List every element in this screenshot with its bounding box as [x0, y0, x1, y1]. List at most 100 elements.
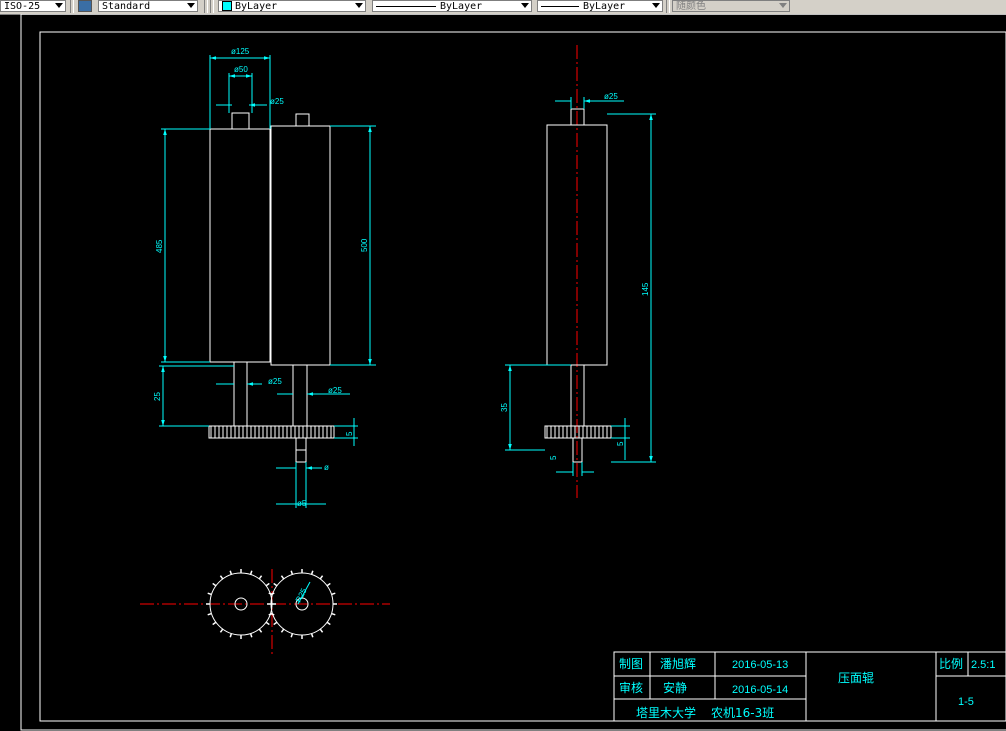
- tb-school: 塔里木大学: [636, 705, 696, 720]
- side-dim-5-right: 5: [616, 441, 625, 446]
- chevron-down-icon: [355, 3, 363, 8]
- side-view: ø25 145 35 5 5: [500, 45, 656, 498]
- gear-tooth: [229, 570, 233, 575]
- dim-d-bottom: ø5: [297, 499, 307, 508]
- chevron-down-icon: [521, 3, 529, 8]
- lineweight-value: ByLayer: [583, 1, 626, 12]
- tb-checked-date: 2016-05-14: [732, 684, 788, 696]
- toolbar-separator: [666, 0, 670, 13]
- toolbar-separator: [70, 0, 74, 13]
- gear-tooth: [290, 570, 294, 575]
- chevron-down-icon: [779, 3, 787, 8]
- color-swatch-icon: [222, 1, 232, 11]
- gear-tooth: [219, 575, 224, 580]
- chevron-down-icon: [652, 3, 660, 8]
- gear-tooth: [249, 633, 253, 638]
- dim-25-left: 25: [153, 392, 162, 401]
- gear-tooth: [258, 628, 263, 633]
- front-dimensions: [159, 55, 376, 508]
- gear-tooth: [331, 592, 336, 596]
- toolbar-separator: [210, 0, 214, 13]
- lineweight-sample-icon: [541, 5, 579, 7]
- color-select[interactable]: ByLayer: [218, 0, 366, 12]
- dim-d50: ø50: [234, 65, 248, 74]
- dim-d25-top: ø25: [270, 97, 284, 106]
- linetype-select[interactable]: ByLayer: [372, 0, 532, 12]
- right-top-shaft: [295, 113, 310, 127]
- linetype-value: ByLayer: [440, 1, 483, 12]
- plotstyle-select[interactable]: 随颜色: [672, 0, 790, 12]
- tb-checked-name: 安静: [663, 680, 687, 695]
- textstyle-value: Standard: [102, 1, 151, 12]
- gear-tooth: [326, 621, 331, 626]
- dim-d125: ø125: [231, 47, 250, 56]
- gear-tooth: [310, 570, 314, 575]
- gear-tooth: [319, 575, 324, 580]
- left-roller: [209, 128, 271, 363]
- drawing-canvas[interactable]: ø125 ø50 ø25 485 500 25 ø25 ø25 5 ø ø5 ø…: [0, 14, 1006, 731]
- top-view: R25: [140, 569, 390, 657]
- gear-tooth: [280, 575, 285, 580]
- gear-tooth: [280, 628, 285, 633]
- gear-tooth: [290, 633, 294, 638]
- tb-drawn-date: 2016-05-13: [732, 659, 788, 671]
- dim-d25-shaft-left: ø25: [268, 377, 282, 386]
- side-lower-shaft: [570, 364, 585, 427]
- right-lower-shaft: [292, 364, 308, 427]
- dimstyle-select[interactable]: ISO-25: [0, 0, 66, 12]
- gear-tooth: [319, 628, 324, 633]
- drawing-frames: [20, 14, 1006, 731]
- color-value: ByLayer: [235, 1, 278, 12]
- dim-5-gear: 5: [345, 431, 354, 436]
- gear-tooth: [310, 633, 314, 638]
- gear-tooth: [331, 612, 336, 616]
- linetype-sample-icon: [376, 5, 436, 7]
- textstyle-icon[interactable]: [78, 0, 92, 12]
- tb-drawing-no: 1-5: [958, 696, 974, 708]
- dim-485: 485: [155, 239, 164, 253]
- tb-part-name: 压面辊: [838, 671, 874, 685]
- dim-d-bottom-small: ø: [324, 463, 329, 472]
- dim-d25-shaft-right: ø25: [328, 386, 342, 395]
- gear-tooth: [212, 582, 217, 587]
- tb-checked-label: 审核: [619, 680, 643, 695]
- inner-frame: [39, 31, 1006, 722]
- textstyle-select[interactable]: Standard: [98, 0, 198, 12]
- gear-tooth: [258, 575, 263, 580]
- left-lower-shaft: [233, 361, 248, 427]
- chevron-down-icon: [55, 3, 63, 8]
- title-block: 制图 潘旭辉 2016-05-13 审核 安静 2016-05-14 压面辊 比…: [613, 651, 1006, 722]
- front-gear-teeth: [210, 426, 332, 438]
- toolbar-separator: [204, 0, 208, 13]
- gear-tooth: [207, 592, 212, 596]
- left-top-shaft: [231, 112, 250, 130]
- dimstyle-value: ISO-25: [4, 1, 41, 12]
- side-dim-145: 145: [641, 282, 650, 296]
- gear-tooth: [265, 582, 270, 587]
- side-dim-5-bottom: 5: [549, 455, 558, 460]
- gear-tooth: [207, 612, 212, 616]
- front-view: ø125 ø50 ø25 485 500 25 ø25 ø25 5 ø ø5: [153, 47, 376, 508]
- tb-drawn-label: 制图: [619, 657, 643, 671]
- tb-scale-label: 比例: [939, 657, 963, 671]
- outer-frame: [20, 14, 1006, 731]
- side-dim-35: 35: [500, 403, 509, 412]
- plotstyle-value: 随颜色: [676, 1, 706, 12]
- dim-500: 500: [360, 238, 369, 252]
- gear-tooth: [273, 621, 278, 626]
- tb-scale-value: 2.5:1: [971, 659, 995, 671]
- gear-tooth: [265, 621, 270, 626]
- chevron-down-icon: [187, 3, 195, 8]
- gear-tooth: [212, 621, 217, 626]
- properties-toolbar: ISO-25 Standard ByLayer ByLayer ByLayer …: [0, 0, 1006, 15]
- tb-drawn-name: 潘旭辉: [660, 657, 696, 671]
- side-dim-d25: ø25: [604, 92, 618, 101]
- gear-tooth: [273, 582, 278, 587]
- gear-tooth: [326, 582, 331, 587]
- lineweight-select[interactable]: ByLayer: [537, 0, 663, 12]
- gear-tooth: [219, 628, 224, 633]
- gear-tooth: [229, 633, 233, 638]
- gear-tooth: [249, 570, 253, 575]
- tb-class: 农机16-3班: [711, 706, 774, 720]
- right-roller: [270, 125, 331, 366]
